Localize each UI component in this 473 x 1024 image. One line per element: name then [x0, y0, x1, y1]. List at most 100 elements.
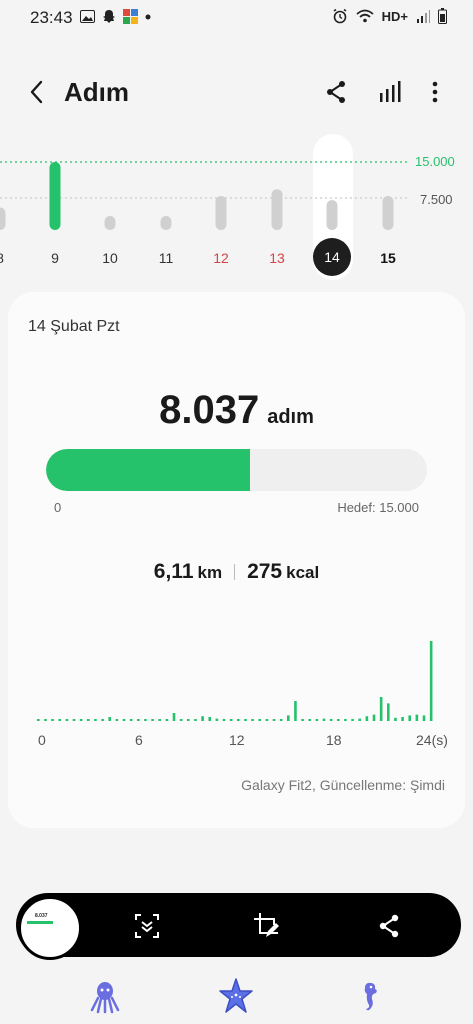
day-bar[interactable]	[49, 162, 61, 230]
starfish-icon[interactable]	[218, 977, 254, 1015]
seahorse-icon[interactable]	[356, 980, 386, 1014]
day-label[interactable]: 10	[95, 250, 125, 266]
hourly-bar	[394, 717, 397, 721]
hourly-bar	[144, 719, 147, 721]
wifi-icon	[356, 9, 374, 23]
day-bar[interactable]	[271, 189, 283, 230]
hourly-bar	[258, 719, 262, 721]
day-label[interactable]: 14	[313, 238, 351, 276]
hourly-bar	[315, 719, 319, 721]
crop-edit-icon[interactable]	[252, 911, 282, 941]
day-label[interactable]: 8	[0, 250, 15, 266]
hourly-bar	[58, 719, 62, 721]
share-icon[interactable]	[322, 78, 350, 106]
day-bar[interactable]	[382, 196, 394, 230]
hourly-bar	[301, 719, 304, 721]
hourly-steps-chart	[37, 641, 433, 721]
day-label[interactable]: 9	[40, 250, 70, 266]
thumbnail-bar	[27, 921, 53, 924]
hourly-bar	[251, 719, 254, 721]
day-bar[interactable]	[215, 196, 227, 230]
progress-start-label: 0	[54, 500, 62, 515]
alarm-icon	[333, 8, 347, 24]
more-notifications-dot-icon	[145, 14, 151, 19]
hourly-bar	[272, 719, 276, 721]
hourly-bar	[308, 719, 312, 721]
hour-tick-label: 12	[229, 732, 245, 748]
hourly-bar	[329, 719, 333, 721]
hourly-bar	[337, 719, 340, 721]
calories-value: 275	[247, 560, 283, 583]
screenshot-thumbnail[interactable]: 8.037	[18, 896, 82, 960]
hourly-bar	[322, 718, 326, 721]
day-bar[interactable]	[0, 207, 6, 230]
back-arrow-icon[interactable]	[24, 78, 52, 106]
hour-tick-label: 18	[326, 732, 342, 748]
hourly-bar	[358, 718, 362, 721]
hour-tick-label: 6	[135, 732, 143, 748]
hourly-bar	[179, 719, 183, 721]
network-type: HD+	[381, 8, 408, 24]
hourly-bar	[115, 719, 119, 721]
calories-unit: kcal	[286, 563, 320, 582]
day-bar[interactable]	[326, 200, 338, 230]
hourly-bar	[401, 717, 404, 721]
hourly-bar	[222, 719, 226, 721]
day-bar[interactable]	[160, 216, 172, 230]
more-options-icon[interactable]	[421, 78, 449, 106]
hourly-bar	[422, 715, 426, 721]
hourly-bar	[387, 703, 390, 721]
hourly-bar	[122, 719, 126, 721]
chart-trends-icon[interactable]	[376, 78, 404, 106]
day-label[interactable]: 11	[151, 250, 181, 266]
status-time: 23:43	[30, 8, 73, 27]
hourly-bar	[244, 719, 247, 721]
day-label[interactable]: 15	[373, 250, 403, 266]
hour-tick-label: 24(s)	[416, 732, 448, 748]
goal-progress-fill	[46, 449, 251, 491]
hourly-bar	[279, 719, 283, 721]
hourly-bar	[372, 714, 376, 721]
hourly-bar	[72, 719, 76, 721]
signal-icon	[417, 10, 430, 23]
day-label[interactable]: 13	[262, 250, 292, 266]
octopus-icon[interactable]	[90, 980, 120, 1014]
step-count-value: 8.037	[159, 388, 260, 432]
hourly-bar	[194, 719, 197, 721]
battery-icon	[438, 8, 447, 24]
hourly-bar	[287, 715, 290, 721]
mid-line-label: 7.500	[420, 192, 453, 207]
distance-unit: km	[197, 563, 223, 582]
day-bar[interactable]	[104, 216, 116, 230]
hourly-bar	[172, 713, 176, 721]
system-icons: HD+	[332, 8, 447, 24]
goal-line-label: 15.000	[415, 154, 455, 169]
hourly-bar	[137, 719, 140, 721]
hourly-bar	[215, 718, 219, 721]
step-count: 8.037 adım	[0, 388, 473, 433]
hourly-bar	[351, 719, 354, 721]
hourly-bar	[129, 719, 133, 721]
scroll-capture-icon[interactable]	[132, 911, 162, 941]
day-label[interactable]: 12	[206, 250, 236, 266]
share-screenshot-icon[interactable]	[374, 911, 404, 941]
hourly-bar	[265, 719, 269, 721]
distance-calories: 6,11 km 275 kcal	[0, 560, 473, 584]
step-count-unit: adım	[267, 406, 314, 428]
weekly-steps-chart[interactable]: 15.000 7.500 8 9 10 11 12 13 14 15	[0, 130, 473, 280]
hour-tick-label: 0	[38, 732, 46, 748]
hourly-bar	[87, 719, 90, 721]
hourly-bar	[229, 719, 233, 721]
hourly-bar	[94, 719, 97, 721]
notification-icons	[80, 9, 151, 24]
goal-progress-bar	[46, 449, 427, 491]
snapchat-icon	[103, 10, 115, 23]
hourly-bar	[165, 719, 169, 721]
hourly-bar	[408, 715, 412, 721]
hourly-bar	[108, 717, 112, 721]
hourly-bar	[51, 719, 54, 721]
hourly-bar	[151, 719, 154, 721]
selected-date: 14 Şubat Pzt	[28, 318, 120, 335]
distance-value: 6,11	[153, 560, 194, 583]
hourly-bar	[365, 716, 369, 721]
